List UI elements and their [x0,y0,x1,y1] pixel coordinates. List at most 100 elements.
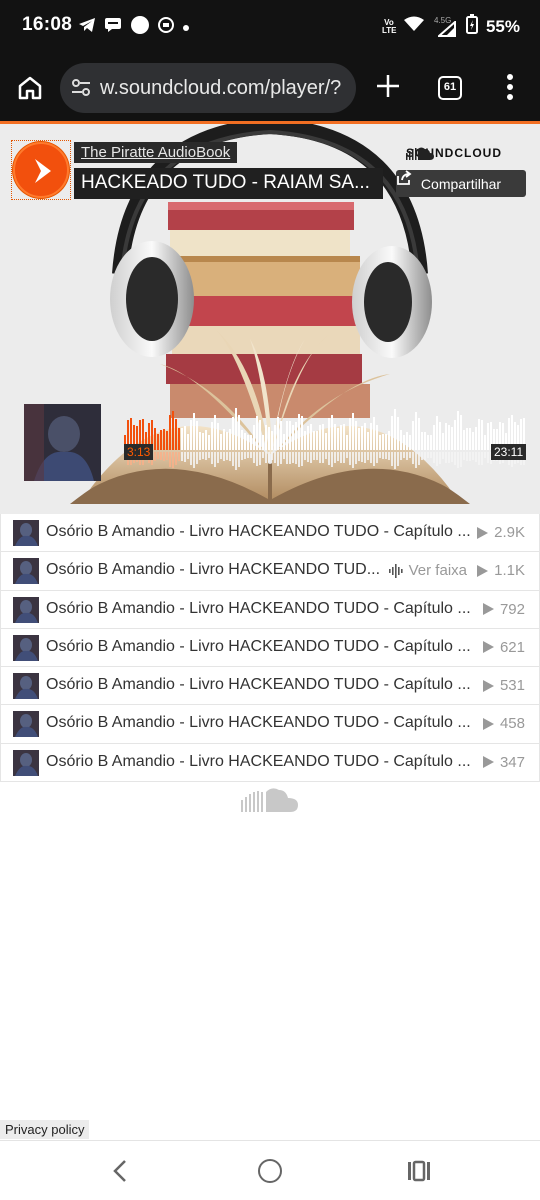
artist-link[interactable]: The Piratte AudioBook [74,142,238,163]
waveform-bar [211,422,213,450]
home-icon[interactable] [16,74,44,102]
track-row-title[interactable]: Osório B Amandio - Livro HACKEANDO TUD..… [46,561,380,579]
waveform-reflection-bar [439,452,441,464]
waveform-reflection-bar [352,452,354,468]
waveform[interactable] [124,406,527,472]
back-icon[interactable] [110,1159,130,1188]
waveform-bar [310,424,312,450]
waveform-reflection-bar [394,452,396,469]
waveform-bar [454,420,456,450]
waveform-bar [325,433,327,450]
share-button[interactable]: Compartilhar [396,170,526,197]
home-nav-icon[interactable] [258,1159,282,1183]
waveform-reflection-bar [370,452,372,463]
waveform-reflection-bar [406,452,408,460]
waveform-bar [229,429,231,450]
waveform-reflection-bar [286,452,288,464]
track-row[interactable]: Osório B Amandio - Livro HACKEANDO TUDO … [0,514,540,553]
waveform-bar [160,430,162,450]
play-count-icon [482,679,494,692]
waveform-reflection-bar [325,452,327,459]
play-button[interactable] [13,142,69,198]
url-text[interactable]: w.soundcloud.com/player/? [100,77,341,100]
waveform-reflection-bar [421,452,423,460]
track-row-title[interactable]: Osório B Amandio - Livro HACKEANDO TUDO … [46,523,471,541]
track-duration: 23:11 [491,444,527,460]
track-row[interactable]: Osório B Amandio - Livro HACKEANDO TUDO … [0,590,540,629]
track-thumbnail [24,404,101,481]
waveform-reflection-bar [304,452,306,460]
track-row-title[interactable]: Osório B Amandio - Livro HACKEANDO TUDO … [46,714,471,732]
waveform-bar [175,419,177,450]
waveform-bar [244,433,246,450]
waveform-reflection-bar [367,452,369,460]
waveform-reflection-bar [334,452,336,463]
waveform-reflection-bar [478,452,480,465]
signal-icon: 4.5G [432,16,458,37]
play-count-icon [482,756,494,769]
recent-apps-icon[interactable] [407,1159,431,1188]
waveform-bar [163,429,165,450]
waveform-reflection-bar [187,452,189,459]
track-row[interactable]: Osório B Amandio - Livro HACKEANDO TUD..… [0,552,540,591]
waveform-bar [424,432,426,450]
new-tab-icon[interactable] [374,72,402,100]
track-row-title[interactable]: Osório B Amandio - Livro HACKEANDO TUDO … [46,753,471,771]
waveform-reflection-bar [205,452,207,460]
play-count-icon [482,641,494,654]
play-count: 531 [499,677,525,695]
waveform-bar [364,423,366,450]
waveform-reflection-bar [466,452,468,461]
waveform-reflection-bar [412,452,414,464]
waveform-bar [328,418,330,450]
waveform-icon [388,563,403,578]
telegram-icon [78,17,96,38]
waveform-reflection-bar [397,452,399,466]
play-count-icon [477,526,489,539]
track-row[interactable]: Osório B Amandio - Livro HACKEANDO TUDO … [0,743,540,783]
waveform-reflection-bar [475,452,477,462]
view-track-link[interactable]: Ver faixa [388,562,467,579]
track-row[interactable]: Osório B Amandio - Livro HACKEANDO TUDO … [0,667,540,706]
privacy-policy-link[interactable]: Privacy policy [0,1120,90,1139]
waveform-bar [271,431,273,450]
waveform-reflection-bar [292,452,294,463]
waveform-reflection-bar [274,452,276,463]
waveform-reflection-bar [268,452,270,462]
waveform-bar [238,415,240,450]
track-row-plays: 621 [482,639,525,656]
waveform-bar [409,435,411,450]
waveform-reflection-bar [163,452,165,461]
waveform-bar [376,425,378,450]
waveform-bar [334,424,336,450]
waveform-bar [172,411,174,450]
waveform-bar [199,432,201,450]
waveform-bar [421,432,423,450]
track-row-title[interactable]: Osório B Amandio - Livro HACKEANDO TUDO … [46,676,471,694]
current-track-title[interactable]: HACKEADO TUDO - RAIAM SA... [74,168,383,199]
waveform-bar [178,428,180,450]
soundcloud-logo[interactable]: SOUNDCLOUD [406,146,502,160]
site-settings-icon[interactable] [70,78,92,103]
waveform-reflection-bar [346,452,348,458]
waveform-reflection-bar [457,452,459,468]
waveform-bar [304,431,306,450]
track-row-title[interactable]: Osório B Amandio - Livro HACKEANDO TUDO … [46,638,471,656]
waveform-bar [202,433,204,450]
waveform-bar [361,426,363,450]
track-row[interactable]: Osório B Amandio - Livro HACKEANDO TUDO … [0,628,540,668]
track-row-title[interactable]: Osório B Amandio - Livro HACKEANDO TUDO … [46,600,471,618]
waveform-reflection-bar [403,452,405,458]
play-count-icon [482,603,494,616]
more-menu-icon[interactable] [500,72,520,102]
waveform-bar [388,431,390,450]
track-row[interactable]: Osório B Amandio - Livro HACKEANDO TUDO … [0,705,540,744]
soundcloud-footer-logo-icon[interactable] [241,786,299,819]
chat-bubble-icon [104,16,122,39]
address-bar[interactable]: w.soundcloud.com/player/? [60,63,356,113]
tab-switcher-button[interactable]: 61 [438,76,462,100]
waveform-bar [412,421,414,450]
waveform-bar [397,417,399,450]
waveform-bar [196,421,198,450]
waveform-bar [373,417,375,450]
